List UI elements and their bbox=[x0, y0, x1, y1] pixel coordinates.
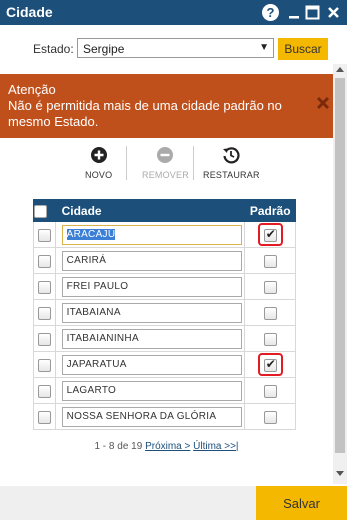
table-row: ITABAIANA bbox=[33, 299, 296, 326]
state-select-value: Sergipe bbox=[83, 42, 125, 56]
new-label: NOVO bbox=[85, 170, 113, 180]
table-row: LAGARTO bbox=[33, 377, 296, 404]
row-select-checkbox[interactable] bbox=[37, 254, 51, 268]
scroll-thumb[interactable] bbox=[335, 78, 345, 453]
restore-label: RESTAURAR bbox=[203, 170, 260, 180]
row-select-checkbox[interactable] bbox=[37, 410, 51, 424]
plus-circle-icon bbox=[90, 147, 107, 163]
city-name-input[interactable]: ITABAIANINHA bbox=[61, 328, 242, 349]
row-select-checkbox[interactable] bbox=[37, 306, 51, 320]
restore-button[interactable]: RESTAURAR bbox=[203, 146, 260, 180]
help-icon: ? bbox=[262, 4, 279, 21]
minus-circle-icon bbox=[157, 147, 174, 163]
maximize-button[interactable] bbox=[303, 3, 322, 22]
table-row: JAPARATUA bbox=[33, 351, 296, 378]
default-checkbox[interactable] bbox=[263, 384, 277, 398]
scroll-down-icon[interactable] bbox=[336, 471, 344, 476]
default-checkbox[interactable] bbox=[263, 227, 277, 242]
city-name-input[interactable]: NOSSA SENHORA DA GLÓRIA bbox=[61, 406, 242, 427]
action-toolbar: NOVO REMOVER RESTAURAR bbox=[0, 146, 333, 184]
alert-close-button[interactable] bbox=[315, 95, 331, 111]
close-icon bbox=[328, 7, 339, 18]
help-button[interactable]: ? bbox=[261, 3, 280, 22]
state-label: Estado: bbox=[33, 42, 74, 56]
new-button[interactable]: NOVO bbox=[85, 146, 112, 180]
default-checkbox[interactable] bbox=[263, 254, 277, 268]
default-checkbox[interactable] bbox=[263, 280, 277, 294]
minimize-button[interactable] bbox=[284, 3, 303, 22]
column-header-city[interactable]: Cidade bbox=[54, 199, 246, 222]
city-name-input[interactable]: LAGARTO bbox=[61, 380, 242, 401]
default-checkbox[interactable] bbox=[263, 332, 277, 346]
pagination-summary: 1 - 8 de 19 bbox=[94, 441, 143, 452]
maximize-icon bbox=[305, 5, 320, 20]
table-row: ARACAJÚ bbox=[33, 221, 296, 248]
close-button[interactable] bbox=[324, 3, 343, 22]
default-checkbox[interactable] bbox=[263, 357, 277, 372]
close-icon bbox=[316, 96, 330, 110]
column-header-default[interactable]: Padrão bbox=[244, 199, 296, 222]
alert-title: Atenção bbox=[8, 82, 56, 97]
row-select-checkbox[interactable] bbox=[37, 358, 51, 372]
row-select-checkbox[interactable] bbox=[37, 228, 51, 242]
remove-label: REMOVER bbox=[142, 170, 189, 180]
city-name-text: ARACAJÚ bbox=[66, 228, 116, 240]
default-highlight bbox=[257, 223, 283, 246]
city-name-input[interactable]: FREI PAULO bbox=[61, 276, 242, 297]
table-row: ITABAIANINHA bbox=[33, 325, 296, 352]
error-alert: Atenção Não é permitida mais de uma cida… bbox=[0, 74, 333, 138]
remove-button[interactable]: REMOVER bbox=[142, 146, 189, 180]
pagination: 1 - 8 de 19 Próxima > Última >>| bbox=[0, 441, 333, 452]
chevron-down-icon: ▼ bbox=[259, 42, 269, 53]
select-all-checkbox[interactable] bbox=[34, 204, 47, 218]
window-titlebar: Cidade ? bbox=[0, 0, 347, 25]
last-page-link[interactable]: Última >>| bbox=[193, 441, 238, 452]
row-select-checkbox[interactable] bbox=[37, 280, 51, 294]
table-row: FREI PAULO bbox=[33, 273, 296, 300]
default-highlight bbox=[257, 353, 283, 376]
alert-message: Não é permitida mais de uma cidade padrã… bbox=[8, 98, 282, 129]
default-checkbox[interactable] bbox=[263, 306, 277, 320]
toolbar-divider bbox=[126, 146, 127, 180]
city-name-input[interactable]: JAPARATUA bbox=[61, 354, 242, 375]
default-checkbox[interactable] bbox=[263, 410, 277, 424]
next-page-link[interactable]: Próxima > bbox=[145, 441, 190, 452]
minimize-icon bbox=[288, 15, 299, 18]
restore-history-icon bbox=[223, 147, 240, 164]
city-table: Cidade Padrão ARACAJÚ CARIRÁ FREI PAULO … bbox=[33, 199, 296, 430]
window-title: Cidade bbox=[6, 4, 53, 20]
city-name-input[interactable]: ARACAJÚ bbox=[61, 224, 242, 245]
search-button[interactable]: Buscar bbox=[278, 38, 328, 60]
city-name-input[interactable]: ITABAIANA bbox=[61, 302, 242, 323]
table-row: CARIRÁ bbox=[33, 247, 296, 274]
table-row: NOSSA SENHORA DA GLÓRIA bbox=[33, 403, 296, 430]
table-header: Cidade Padrão bbox=[33, 199, 296, 222]
state-select[interactable]: Sergipe ▼ bbox=[77, 38, 274, 58]
row-select-checkbox[interactable] bbox=[37, 332, 51, 346]
toolbar-divider bbox=[193, 146, 194, 180]
select-all-cell bbox=[33, 199, 56, 222]
city-name-input[interactable]: CARIRÁ bbox=[61, 250, 242, 271]
scroll-up-icon[interactable] bbox=[336, 67, 344, 72]
row-select-checkbox[interactable] bbox=[37, 384, 51, 398]
save-button[interactable]: Salvar bbox=[256, 486, 347, 520]
